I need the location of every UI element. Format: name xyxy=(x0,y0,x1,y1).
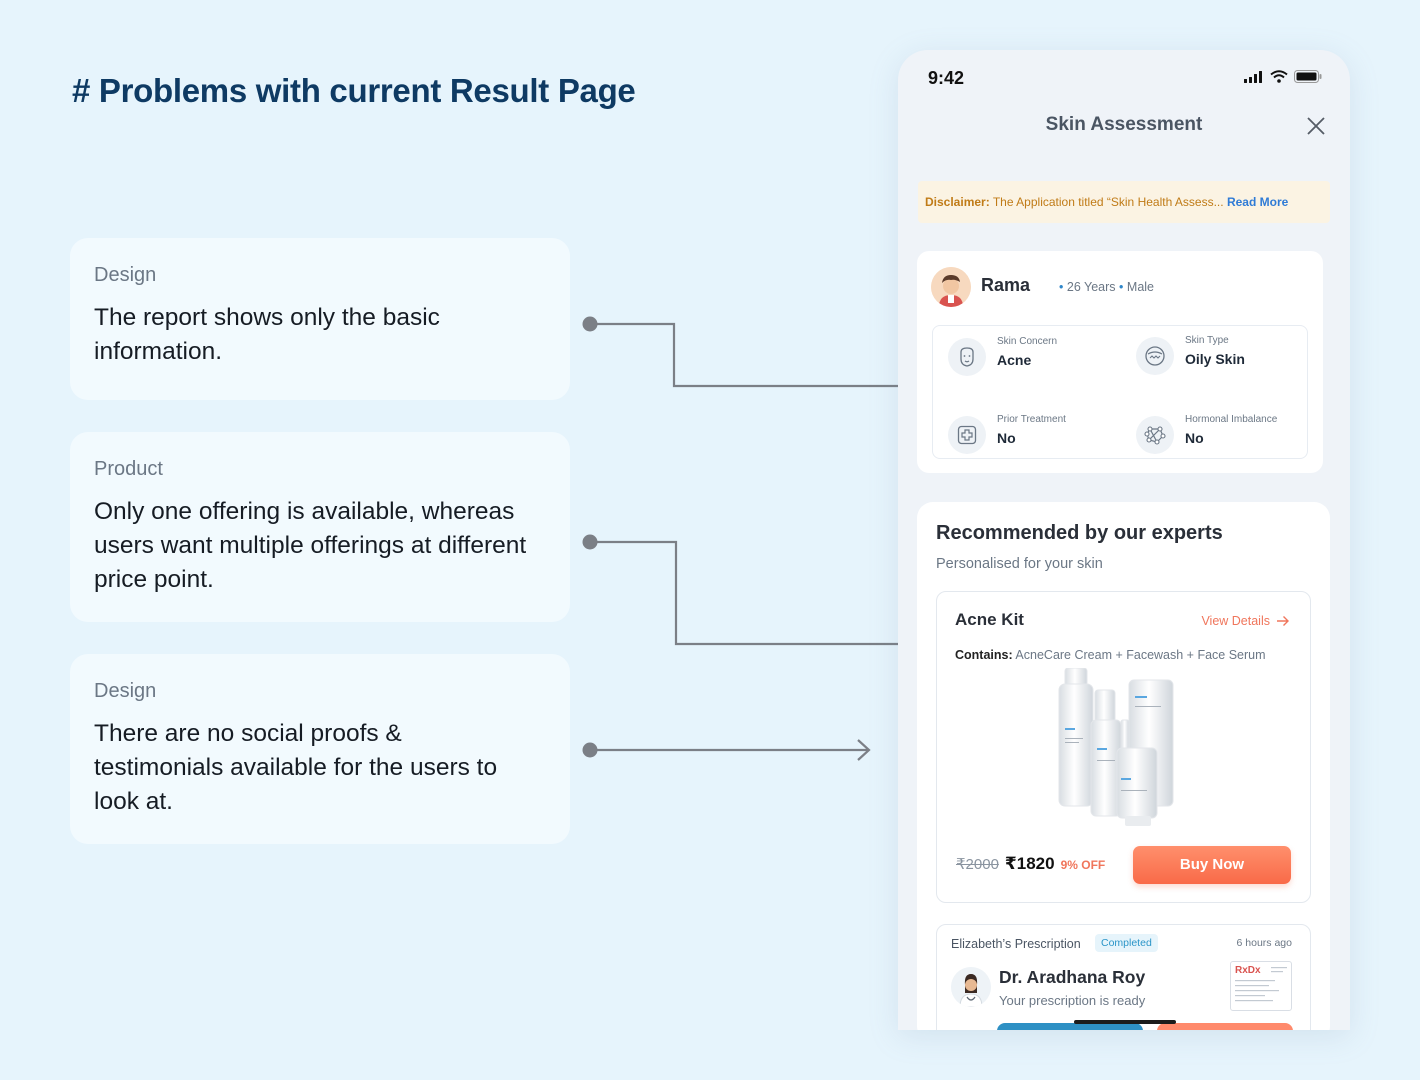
status-bar: 9:42 xyxy=(898,50,1350,106)
status-badge: Completed xyxy=(1095,934,1158,952)
recommendation-subtitle: Personalised for your skin xyxy=(936,556,1103,572)
prescription-action-left[interactable] xyxy=(997,1023,1143,1030)
status-time: 9:42 xyxy=(928,68,965,88)
note-text: There are no social proofs & testimonial… xyxy=(94,720,498,815)
page-heading: # Problems with current Result Page xyxy=(72,72,636,109)
stat-value: No xyxy=(997,430,1016,446)
doctor-avatar xyxy=(951,967,991,1007)
note-tag: Design xyxy=(94,264,157,286)
product-kit-card[interactable]: Acne Kit View Details Contains: AcneCare… xyxy=(936,591,1311,903)
stat-label: Prior Treatment xyxy=(997,414,1066,425)
note-text: The report shows only the basic informat… xyxy=(94,304,440,365)
document-lines xyxy=(1235,967,1287,1002)
recommendation-card: Recommended by our experts Personalised … xyxy=(917,502,1330,1030)
stat-label: Skin Concern xyxy=(997,336,1058,347)
disclaimer-text: The Application titled “Skin Health Asse… xyxy=(989,195,1224,209)
read-more-link[interactable]: Read More xyxy=(1227,195,1288,209)
status-icons xyxy=(1244,70,1322,83)
stat-value: Acne xyxy=(997,352,1032,368)
note-tag: Design xyxy=(94,680,157,702)
stat-value: No xyxy=(1185,430,1204,446)
prescription-title: Elizabeth’s Prescription xyxy=(951,937,1081,951)
contains-label: Contains: xyxy=(955,648,1013,662)
skin-type-icon xyxy=(1136,337,1174,375)
profile-meta: • 26 Years • Male xyxy=(1059,280,1154,294)
profile-age: 26 Years xyxy=(1066,280,1116,294)
view-details-link[interactable]: View Details xyxy=(1201,614,1290,628)
buy-now-button[interactable]: Buy Now xyxy=(1133,846,1291,884)
connector-2 xyxy=(590,540,930,646)
phone-mockup: 9:42 Skin Assessment Disclaimer: The App… xyxy=(898,50,1350,1030)
profile-gender: Male xyxy=(1126,280,1154,294)
face-icon xyxy=(948,338,986,376)
note-card-design-basic: Design The report shows only the basic i… xyxy=(70,238,570,400)
stat-label: Hormonal Imbalance xyxy=(1185,414,1278,425)
kit-name: Acne Kit xyxy=(955,610,1024,629)
stat-skin-concern: Skin Concern Acne xyxy=(948,332,1128,382)
home-indicator xyxy=(1074,1020,1176,1024)
prescription-action-right[interactable] xyxy=(1157,1023,1293,1030)
profile-card: Rama • 26 Years • Male Skin Concern Acne… xyxy=(917,251,1323,473)
app-header: Skin Assessment xyxy=(898,106,1350,176)
price-row: ₹2000 ₹1820 9% OFF xyxy=(956,854,1105,874)
stat-label: Skin Type xyxy=(1185,335,1229,346)
stat-hormonal-imbalance: Hormonal Imbalance No xyxy=(1136,410,1316,460)
note-tag: Product xyxy=(94,458,163,480)
note-card-design-social-proof: Design There are no social proofs & test… xyxy=(70,654,570,844)
prescription-card[interactable]: Elizabeth’s Prescription Completed 6 hou… xyxy=(936,924,1311,1030)
medical-cross-icon xyxy=(948,416,986,454)
doctor-name: Dr. Aradhana Roy xyxy=(999,967,1146,987)
connector-1 xyxy=(590,322,922,388)
stat-prior-treatment: Prior Treatment No xyxy=(948,410,1128,460)
profile-name: Rama xyxy=(981,275,1031,295)
molecule-icon xyxy=(1136,416,1174,454)
prescription-status: Your prescription is ready xyxy=(999,993,1146,1008)
stat-value: Oily Skin xyxy=(1185,351,1245,367)
avatar xyxy=(931,267,971,307)
disclaimer-label: Disclaimer: xyxy=(925,195,990,209)
note-card-product-offering: Product Only one offering is available, … xyxy=(70,432,570,622)
arrow-right-icon xyxy=(1277,616,1289,626)
signal-icon xyxy=(1244,70,1262,83)
product-kit-image xyxy=(1058,668,1174,826)
wifi-icon xyxy=(1270,70,1288,83)
discounted-price: ₹1820 xyxy=(1004,854,1055,873)
view-details-label: View Details xyxy=(1201,614,1270,628)
prescription-thumbnail[interactable]: RxDx xyxy=(1230,961,1292,1011)
contains-text: AcneCare Cream + Facewash + Face Serum xyxy=(1012,648,1266,662)
kit-contents: Contains: AcneCare Cream + Facewash + Fa… xyxy=(955,648,1266,662)
note-text: Only one offering is available, whereas … xyxy=(94,498,527,593)
app-title: Skin Assessment xyxy=(1045,114,1203,135)
disclaimer-banner: Disclaimer: The Application titled “Skin… xyxy=(918,181,1330,223)
recommendation-title: Recommended by our experts xyxy=(936,522,1223,544)
stat-skin-type: Skin Type Oily Skin xyxy=(1136,331,1316,381)
close-icon[interactable] xyxy=(1304,114,1328,138)
battery-icon xyxy=(1294,70,1322,83)
assessment-stats: Skin Concern Acne Skin Type Oily Skin Pr… xyxy=(932,325,1308,459)
prescription-time: 6 hours ago xyxy=(1236,937,1292,949)
discount-badge: 9% OFF xyxy=(1060,858,1106,872)
original-price: ₹2000 xyxy=(956,856,999,873)
